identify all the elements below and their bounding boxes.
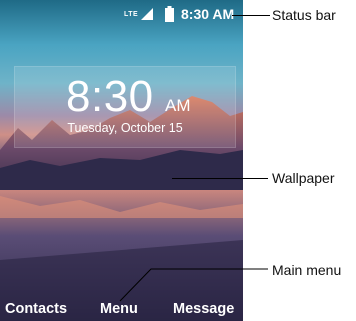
clock-time: 8:30 <box>66 72 154 121</box>
main-menu-callout: Main menu <box>272 262 342 278</box>
status-bar-callout-line <box>232 15 270 16</box>
wallpaper-callout: Wallpaper <box>272 170 335 186</box>
status-bar: LTE 8:30 AM <box>0 0 243 28</box>
signal-icon <box>141 8 153 20</box>
menu-softkey[interactable]: Menu <box>100 301 138 317</box>
contacts-softkey[interactable]: Contacts <box>5 301 67 317</box>
battery-icon <box>165 6 174 22</box>
network-type: LTE <box>124 11 139 18</box>
lock-clock-panel: 8:30 AM Tuesday, October 15 <box>14 66 236 148</box>
status-bar-callout: Status bar <box>272 7 336 23</box>
lock-date: Tuesday, October 15 <box>67 121 183 135</box>
main-menu-callout-line <box>119 268 268 302</box>
message-softkey[interactable]: Message <box>173 301 234 317</box>
wallpaper-callout-line <box>172 178 268 179</box>
clock-ampm: AM <box>165 96 191 115</box>
status-time: 8:30 AM <box>181 6 235 22</box>
